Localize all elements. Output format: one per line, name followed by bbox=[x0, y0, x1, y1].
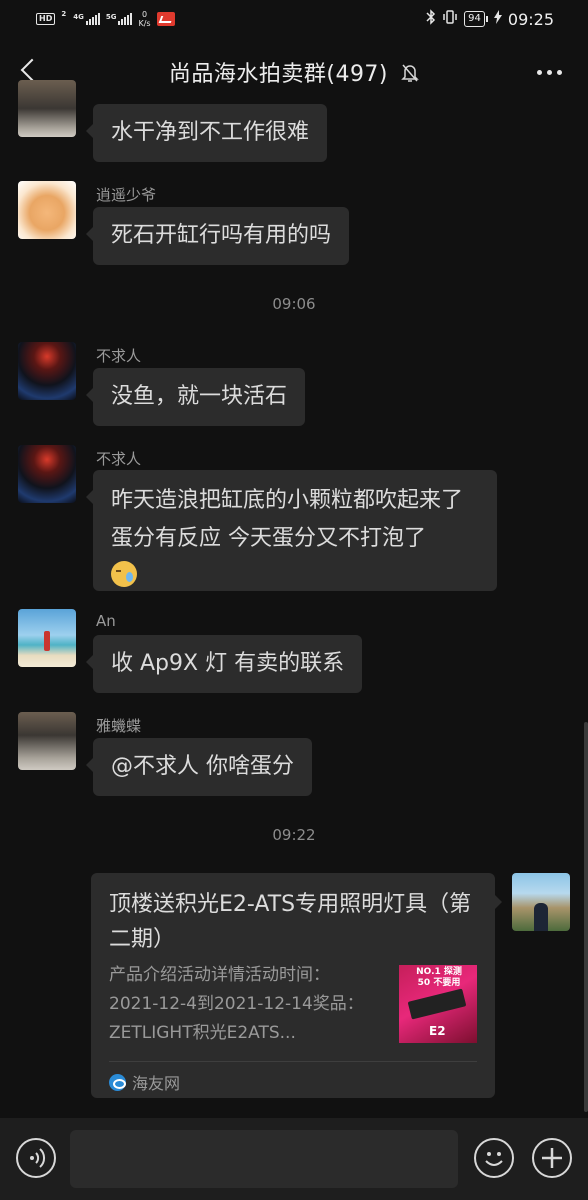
avatar[interactable] bbox=[18, 609, 76, 667]
thumbnail-top-text: NO.1 探测 50 不要用 bbox=[416, 967, 462, 988]
bell-slash-icon bbox=[401, 63, 419, 87]
network-speed: 0 K/s bbox=[138, 10, 150, 28]
message-bubble[interactable]: 水干净到不工作很难 bbox=[85, 104, 328, 162]
message-input[interactable] bbox=[70, 1130, 458, 1188]
voice-icon bbox=[30, 1148, 46, 1168]
emoji-button[interactable] bbox=[474, 1138, 514, 1178]
message-bubble[interactable]: 昨天造浪把缸底的小颗粒都吹起来了蛋分有反应 今天蛋分又不打泡了 bbox=[86, 470, 497, 591]
message-text: 昨天造浪把缸底的小颗粒都吹起来了蛋分有反应 今天蛋分又不打泡了 bbox=[111, 488, 464, 551]
bluetooth-icon bbox=[426, 9, 436, 29]
input-bar bbox=[0, 1118, 588, 1200]
sim1-label: 2 bbox=[61, 10, 67, 18]
thumbnail-device bbox=[407, 988, 467, 1020]
add-button[interactable] bbox=[532, 1138, 572, 1178]
timestamp: 09:22 bbox=[272, 826, 316, 844]
avatar[interactable] bbox=[18, 342, 76, 400]
timestamp: 09:06 bbox=[272, 295, 316, 313]
thumbnail-bottom-text: E2 bbox=[429, 1024, 446, 1038]
sender-name: 逍遥少爷 bbox=[96, 186, 157, 204]
voice-button[interactable] bbox=[16, 1138, 56, 1178]
sender-name: An bbox=[96, 612, 116, 630]
hd-badge: HD bbox=[36, 13, 56, 25]
my-avatar[interactable] bbox=[512, 873, 570, 931]
network-speed-value: 0 bbox=[141, 10, 148, 19]
link-card-description: 产品介绍活动详情活动时间：2021-12-4到2021-12-14奖品：ZETL… bbox=[109, 965, 364, 1043]
chat-title: 尚品海水拍卖群(497) bbox=[168, 62, 389, 87]
avatar[interactable] bbox=[18, 181, 76, 239]
crying-emoji-icon bbox=[111, 561, 137, 587]
charging-icon bbox=[493, 10, 502, 28]
link-card-thumbnail: NO.1 探测 50 不要用 E2 bbox=[399, 965, 477, 1043]
more-button[interactable] bbox=[537, 70, 562, 75]
scrollbar[interactable] bbox=[584, 722, 588, 1112]
sender-name: 雅蟣蝶 bbox=[96, 717, 142, 735]
message-bubble[interactable]: @不求人 你啥蛋分 bbox=[86, 738, 312, 796]
clock: 09:25 bbox=[507, 9, 554, 29]
ellipsis-icon bbox=[537, 70, 542, 75]
link-card-divider bbox=[109, 1061, 477, 1062]
status-bar: HD 2 4G 5G 0 K/s 94 09:25 bbox=[0, 0, 588, 38]
message-bubble[interactable]: 没鱼，就一块活石 bbox=[85, 368, 306, 426]
signal-icon: 4G bbox=[73, 13, 100, 25]
avatar-figure bbox=[44, 631, 50, 651]
title-wrap: 尚品海水拍卖群(497) bbox=[0, 56, 588, 88]
network-speed-unit: K/s bbox=[138, 19, 151, 28]
message-bubble[interactable]: 死石开缸行吗有用的吗 bbox=[85, 207, 350, 265]
link-card-title: 顶楼送积光E2-ATS专用照明灯具（第二期） bbox=[109, 892, 472, 952]
battery-icon: 94 bbox=[464, 11, 488, 27]
sim2-tech-label: 5G bbox=[105, 13, 117, 21]
shared-link-card[interactable]: 顶楼送积光E2-ATS专用照明灯具（第二期） 产品介绍活动详情活动时间：2021… bbox=[91, 873, 502, 1098]
avatar[interactable] bbox=[18, 445, 76, 503]
stock-app-icon bbox=[156, 12, 175, 26]
link-card-source-name: 海友网 bbox=[132, 1074, 181, 1093]
sender-name: 不求人 bbox=[96, 450, 142, 468]
avatar[interactable] bbox=[18, 80, 76, 137]
smile-icon bbox=[485, 1152, 503, 1166]
source-logo-icon bbox=[109, 1073, 126, 1091]
plus-icon bbox=[542, 1148, 562, 1168]
sim1-tech-label: 4G bbox=[73, 13, 84, 21]
chat-header: 尚品海水拍卖群(497) bbox=[0, 38, 588, 104]
battery-level: 94 bbox=[464, 11, 485, 27]
status-bar-right: 94 09:25 bbox=[426, 9, 554, 29]
sender-name: 不求人 bbox=[96, 347, 142, 365]
status-bar-left: HD 2 4G 5G 0 K/s bbox=[36, 10, 175, 28]
signal-icon: 5G bbox=[106, 13, 133, 25]
link-card-source: 海友网 bbox=[109, 1070, 180, 1094]
message-bubble[interactable]: 收 Ap9X 灯 有卖的联系 bbox=[85, 635, 363, 693]
vibrate-icon bbox=[442, 9, 458, 29]
avatar[interactable] bbox=[18, 712, 76, 770]
avatar-figure bbox=[534, 903, 548, 931]
